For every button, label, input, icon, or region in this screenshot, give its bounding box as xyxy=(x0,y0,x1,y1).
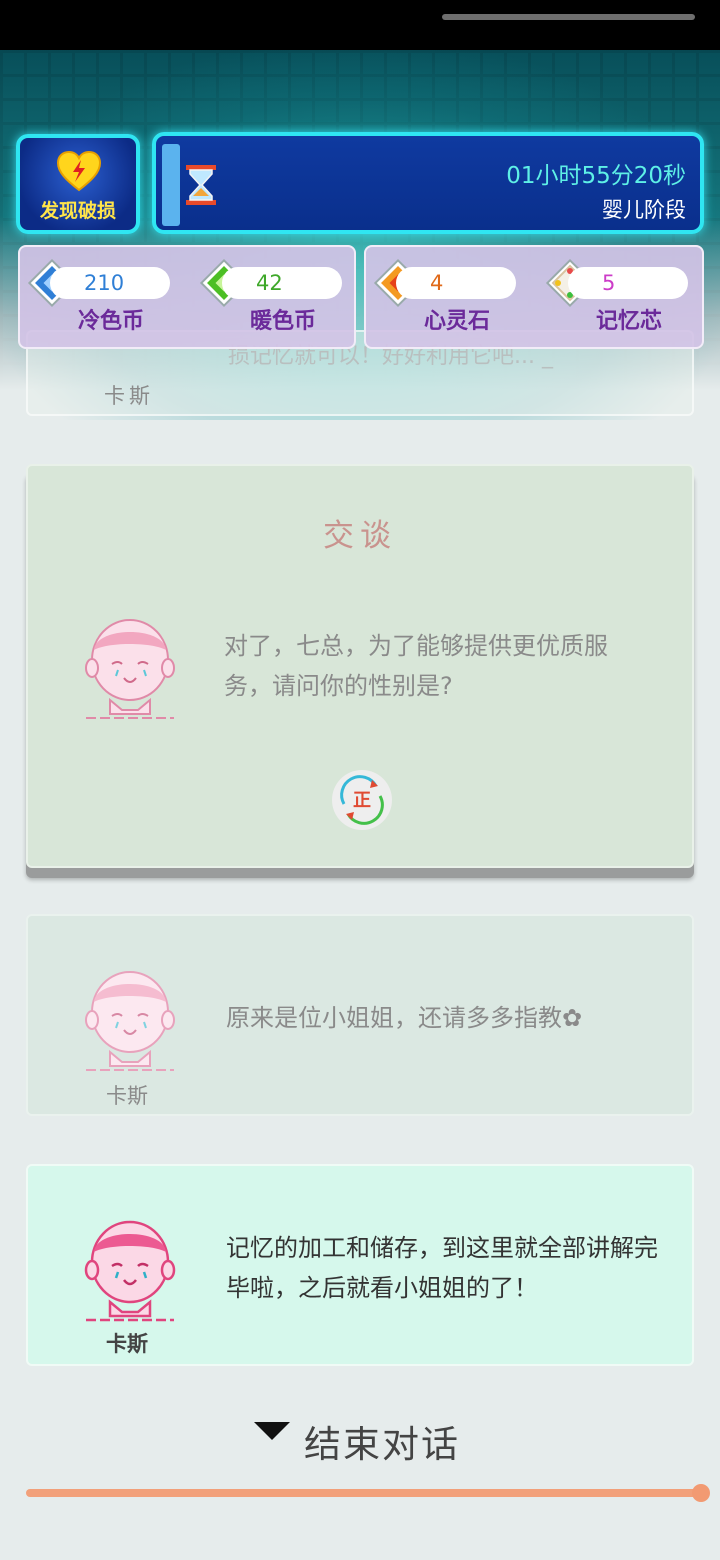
status-bar xyxy=(0,0,720,50)
reply-speaker-name: 卡斯 xyxy=(106,1084,148,1108)
correct-button[interactable]: 正 xyxy=(332,770,392,830)
stone-panel: 4 心灵石 5 记忆芯 xyxy=(364,245,704,349)
warm-coin[interactable]: 42 暖色币 xyxy=(198,257,358,337)
memory-core[interactable]: 5 记忆芯 xyxy=(544,257,704,337)
timer-panel: 01小时55分20秒 婴儿阶段 xyxy=(152,132,704,234)
kasi-avatar xyxy=(85,971,175,1071)
find-damage-label: 发现破损 xyxy=(39,200,116,222)
end-conversation-button[interactable]: 结束对话 xyxy=(252,1408,492,1468)
faded-speaker-name: 卡斯 xyxy=(104,384,154,408)
talk-question-text: 对了，七总，为了能够提供更优质服务，请问你的性别是? xyxy=(224,632,608,700)
current-dialog-text: 记忆的加工和储存，到这里就全部讲解完毕啦，之后就看小姐姐的了！ xyxy=(226,1234,658,1302)
reply-dialog-card: 卡斯 原来是位小姐姐，还请多多指教✿ xyxy=(26,914,694,1116)
spirit-stone-label: 心灵石 xyxy=(423,309,490,334)
memory-core-value: 5 xyxy=(568,267,688,299)
talk-card: 交谈 对了，七总，为了能够提供更优质服务，请问你的性别是? 正 xyxy=(26,464,694,868)
dialog-progress-bar xyxy=(26,1489,702,1497)
spirit-stone-value: 4 xyxy=(396,267,516,299)
correct-label: 正 xyxy=(353,790,371,811)
dialog-progress-knob[interactable] xyxy=(692,1484,710,1502)
gesture-pill xyxy=(442,14,695,20)
warm-coin-label: 暖色币 xyxy=(249,309,316,334)
end-conversation-label: 结束对话 xyxy=(304,1423,460,1466)
talk-title: 交谈 xyxy=(323,518,397,554)
memory-core-label: 记忆芯 xyxy=(595,309,662,334)
current-dialog-card: 卡斯 记忆的加工和储存，到这里就全部讲解完毕啦，之后就看小姐姐的了！ xyxy=(26,1164,694,1366)
reply-dialog-text: 原来是位小姐姐，还请多多指教✿ xyxy=(226,1004,583,1032)
hourglass-icon xyxy=(186,165,216,205)
cold-coin-value: 210 xyxy=(50,267,170,299)
triangle-down-icon xyxy=(254,1422,290,1440)
spirit-stone[interactable]: 4 心灵石 xyxy=(372,257,532,337)
broken-heart-icon xyxy=(56,150,102,192)
countdown-timer: 01小时55分20秒 xyxy=(506,163,686,189)
kasi-avatar xyxy=(84,1220,176,1322)
coin-panel: 210 冷色币 42 暖色币 xyxy=(18,245,356,349)
current-speaker-name: 卡斯 xyxy=(106,1332,148,1356)
kasi-avatar xyxy=(85,619,175,719)
timer-progress-bar xyxy=(162,144,180,226)
warm-coin-value: 42 xyxy=(222,267,342,299)
find-damage-button[interactable]: 发现破损 xyxy=(16,134,140,234)
life-stage-label: 婴儿阶段 xyxy=(602,198,686,222)
cold-coin-label: 冷色币 xyxy=(77,309,144,334)
cold-coin[interactable]: 210 冷色币 xyxy=(26,257,186,337)
